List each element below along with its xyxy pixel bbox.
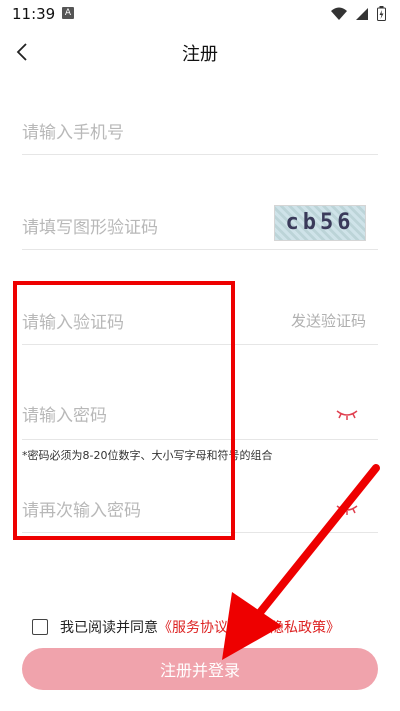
- wifi-icon: [331, 7, 347, 20]
- privacy-policy-link[interactable]: 《隐私政策》: [256, 617, 340, 637]
- captcha-field[interactable]: 请填写图形验证码 cb56: [22, 195, 378, 250]
- send-code-button[interactable]: 发送验证码: [291, 310, 366, 331]
- agreement-and: 和: [242, 620, 256, 636]
- phone-field[interactable]: 请输入手机号: [22, 100, 378, 155]
- battery-icon: [377, 6, 386, 21]
- phone-placeholder: 请输入手机号: [22, 123, 124, 143]
- captcha-image[interactable]: cb56: [274, 205, 366, 241]
- page-title: 注册: [182, 44, 218, 65]
- status-time: 11:39: [12, 5, 56, 23]
- status-bar: 11:39 A: [0, 0, 400, 28]
- status-icons: [331, 6, 386, 21]
- annotation-highlight-box: [13, 281, 235, 540]
- agreement-prefix: 我已阅读并同意: [60, 620, 158, 636]
- agree-checkbox[interactable]: [32, 619, 48, 635]
- service-agreement-link[interactable]: 《服务协议》: [158, 617, 242, 637]
- eye-closed-icon[interactable]: [336, 405, 358, 424]
- header: 注册: [0, 32, 400, 72]
- captcha-placeholder: 请填写图形验证码: [22, 218, 158, 238]
- signal-icon: [356, 7, 368, 20]
- agreement-row: 我已阅读并同意 《服务协议》 和 《隐私政策》: [32, 617, 340, 637]
- register-login-button[interactable]: 注册并登录: [22, 648, 378, 690]
- notification-icon: A: [62, 7, 74, 19]
- eye-closed-icon[interactable]: [336, 500, 358, 519]
